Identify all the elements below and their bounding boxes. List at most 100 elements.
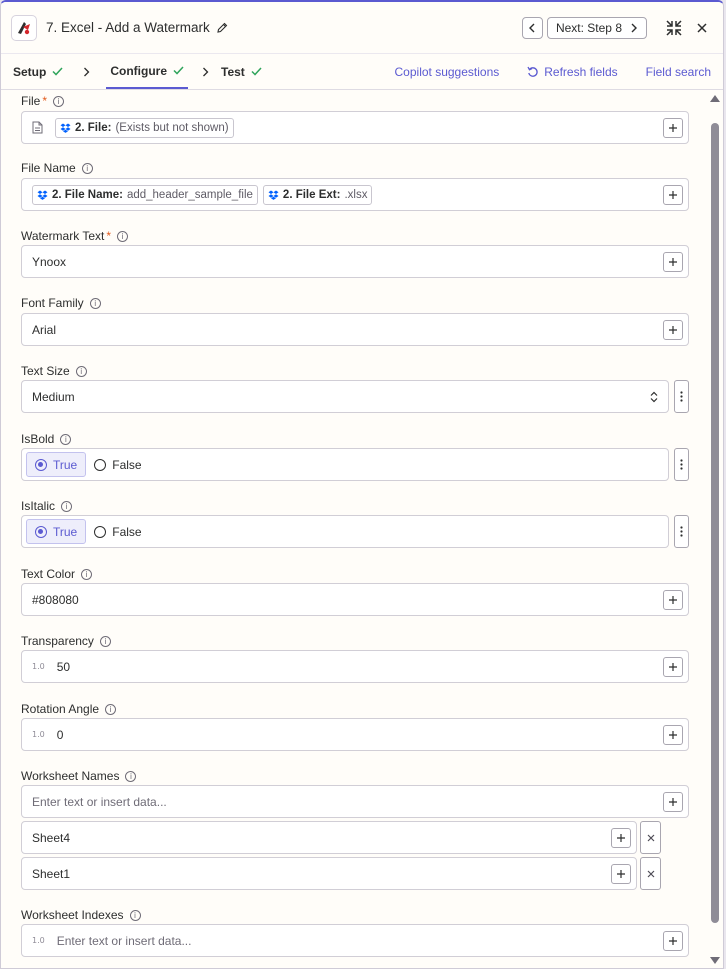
info-icon[interactable]: i	[81, 162, 93, 174]
radio-unselected-icon	[94, 458, 107, 471]
tab-test[interactable]: Test	[221, 54, 262, 89]
rotation-angle-input[interactable]: 1.0 0	[21, 718, 689, 751]
insert-data-button[interactable]	[611, 828, 631, 848]
insert-data-button[interactable]	[663, 185, 683, 205]
field-label: Text Size i	[21, 363, 689, 379]
more-options-button[interactable]	[674, 448, 689, 481]
scrollbar[interactable]	[708, 91, 722, 968]
info-icon[interactable]: i	[75, 365, 87, 377]
previous-step-button[interactable]	[521, 16, 543, 39]
field-worksheet-indexes: Worksheet Indexes i 1.0 Enter text or in…	[21, 907, 689, 957]
more-vertical-icon	[680, 391, 683, 402]
remove-item-button[interactable]	[640, 821, 661, 854]
file-input[interactable]: 2. File: (Exists but not shown)	[21, 111, 689, 144]
field-label: IsBold i	[21, 431, 689, 447]
tab-configure[interactable]: Configure	[106, 54, 189, 89]
insert-data-button[interactable]	[611, 864, 631, 884]
close-icon	[647, 834, 654, 841]
file-name-input[interactable]: 2. File Name: add_header_sample_file 2. …	[21, 178, 689, 211]
tab-setup[interactable]: Setup	[13, 54, 63, 89]
dropbox-icon	[37, 190, 48, 200]
worksheet-name-item[interactable]: Sheet1	[21, 857, 637, 890]
info-icon[interactable]: i	[60, 433, 72, 445]
more-options-button[interactable]	[674, 515, 689, 548]
field-is-bold: IsBold i True False	[21, 431, 689, 481]
transparency-label: Transparency	[21, 634, 94, 648]
transparency-input[interactable]: 1.0 50	[21, 650, 689, 683]
tab-setup-label: Setup	[13, 64, 47, 79]
info-icon[interactable]: i	[117, 230, 129, 242]
check-icon	[251, 67, 262, 76]
radio-false[interactable]: False	[86, 519, 149, 544]
insert-data-button[interactable]	[663, 118, 683, 138]
input-value: 50	[56, 659, 71, 674]
is-italic-radio-group: True False	[21, 515, 669, 548]
step-title: 7. Excel - Add a Watermark	[46, 20, 210, 35]
worksheet-indexes-input[interactable]: 1.0 Enter text or insert data...	[21, 924, 689, 957]
field-search-link[interactable]: Field search	[646, 65, 711, 79]
radio-true[interactable]: True	[26, 452, 87, 477]
refresh-fields-button[interactable]: Refresh fields	[527, 65, 618, 79]
radio-label: True	[53, 457, 78, 472]
info-icon[interactable]: i	[89, 297, 101, 309]
insert-data-button[interactable]	[663, 320, 683, 340]
refresh-icon	[527, 66, 538, 77]
input-placeholder: Enter text or insert data...	[56, 933, 192, 948]
data-pill[interactable]: 2. File: (Exists but not shown)	[55, 117, 234, 138]
info-icon[interactable]: i	[61, 500, 73, 512]
copilot-suggestions-link[interactable]: Copilot suggestions	[395, 65, 500, 79]
worksheet-names-new-input[interactable]: Enter text or insert data...	[21, 785, 689, 818]
pill-value: .xlsx	[344, 188, 368, 201]
close-icon[interactable]	[691, 17, 713, 39]
next-step-button[interactable]: Next: Step 8	[546, 16, 647, 39]
number-type-icon: 1.0	[32, 730, 45, 739]
font-family-input[interactable]: Arial	[21, 313, 689, 346]
worksheet-name-item[interactable]: Sheet4	[21, 821, 637, 854]
info-icon[interactable]: i	[125, 770, 137, 782]
field-is-italic: IsItalic i True False	[21, 498, 689, 548]
close-icon	[647, 870, 654, 877]
file-name-label: File Name	[21, 161, 76, 175]
insert-data-button[interactable]	[663, 725, 683, 745]
scroll-up-icon[interactable]	[710, 95, 720, 102]
info-icon[interactable]: i	[53, 95, 65, 107]
info-icon[interactable]: i	[81, 568, 93, 580]
text-color-input[interactable]: #808080	[21, 583, 689, 616]
scrollbar-thumb[interactable]	[711, 123, 719, 923]
insert-data-button[interactable]	[663, 931, 683, 951]
radio-false[interactable]: False	[86, 452, 149, 477]
remove-item-button[interactable]	[640, 857, 661, 890]
insert-data-button[interactable]	[663, 657, 683, 677]
required-mark: *	[106, 229, 112, 243]
selected-value: Medium	[32, 389, 75, 404]
info-icon[interactable]: i	[129, 909, 141, 921]
input-value: #808080	[32, 592, 79, 607]
edit-title-icon[interactable]	[216, 22, 228, 34]
field-font-family: Font Family i Arial	[21, 295, 689, 346]
field-label: Worksheet Indexes i	[21, 907, 689, 923]
pill-label: 2. File:	[75, 121, 112, 134]
worksheet-indexes-label: Worksheet Indexes	[21, 908, 124, 922]
radio-true[interactable]: True	[26, 519, 87, 544]
scroll-down-icon[interactable]	[710, 957, 720, 964]
field-text-color: Text Color i #808080	[21, 566, 689, 616]
tab-configure-label: Configure	[110, 63, 168, 78]
more-options-button[interactable]	[674, 380, 689, 413]
select-arrows-icon	[650, 391, 658, 403]
field-transparency: Transparency i 1.0 50	[21, 633, 689, 683]
insert-data-button[interactable]	[663, 590, 683, 610]
more-vertical-icon	[680, 526, 683, 537]
insert-data-button[interactable]	[663, 252, 683, 272]
collapse-icon[interactable]	[663, 17, 685, 39]
field-file-name: File Name i 2. File Name: add_header_sam…	[21, 160, 689, 211]
text-size-select[interactable]: Medium	[21, 380, 669, 413]
data-pill[interactable]: 2. File Name: add_header_sample_file	[32, 184, 258, 205]
insert-data-button[interactable]	[663, 792, 683, 812]
data-pill[interactable]: 2. File Ext: .xlsx	[262, 184, 373, 205]
watermark-text-input[interactable]: Ynoox	[21, 245, 689, 278]
more-vertical-icon	[680, 459, 683, 470]
info-icon[interactable]: i	[105, 703, 117, 715]
panel-header: 7. Excel - Add a Watermark Next: Step 8	[1, 2, 723, 54]
info-icon[interactable]: i	[99, 635, 111, 647]
text-color-label: Text Color	[21, 567, 76, 581]
